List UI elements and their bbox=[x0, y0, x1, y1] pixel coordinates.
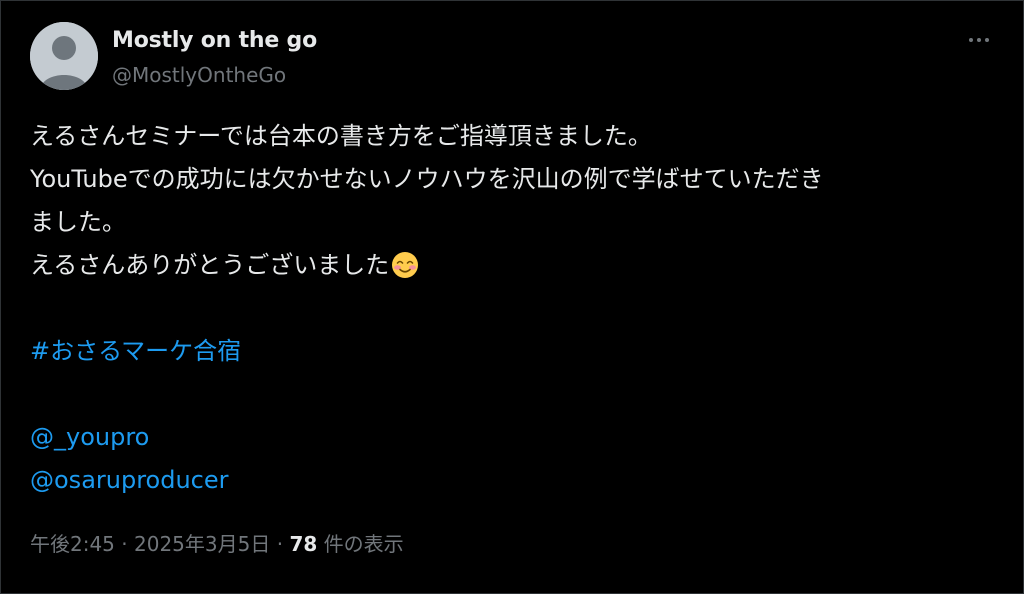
mention-link[interactable]: @_youpro bbox=[30, 423, 149, 451]
post-time[interactable]: 午後2:45 bbox=[30, 532, 115, 556]
meta-separator: · bbox=[121, 532, 128, 556]
post-meta: 午後2:45 · 2025年3月5日 · 78 件の表示 bbox=[30, 528, 404, 557]
more-options-icon[interactable] bbox=[959, 25, 999, 55]
mention-link[interactable]: @osaruproducer bbox=[30, 466, 229, 494]
author-display-name[interactable]: Mostly on the go bbox=[112, 28, 317, 53]
post-body: えるさんセミナーでは台本の書き方をご指導頂きました。 YouTubeでの成功には… bbox=[30, 115, 1005, 502]
smiling-face-emoji-icon bbox=[391, 250, 419, 293]
post-line: ました。 bbox=[30, 208, 126, 236]
post-line-with-emoji: えるさんありがとうございました bbox=[30, 244, 1005, 287]
post-line: YouTubeでの成功には欠かせないノウハウを沢山の例で学ばせていただき bbox=[30, 165, 824, 193]
views-label: 件の表示 bbox=[323, 532, 404, 556]
author-handle[interactable]: @MostlyOntheGo bbox=[112, 63, 286, 87]
post-line: えるさんセミナーでは台本の書き方をご指導頂きました。 bbox=[30, 122, 652, 150]
post-line: えるさんありがとうございました bbox=[30, 251, 390, 279]
meta-separator: · bbox=[276, 532, 284, 556]
post-date[interactable]: 2025年3月5日 bbox=[134, 532, 270, 556]
hashtag-link[interactable]: #おさるマーケ合宿 bbox=[30, 337, 241, 365]
views-count[interactable]: 78 bbox=[289, 532, 317, 556]
post-card: Mostly on the go @MostlyOntheGo えるさんセミナー… bbox=[0, 0, 1024, 594]
author-avatar[interactable] bbox=[30, 22, 98, 90]
default-avatar-icon bbox=[30, 22, 98, 90]
